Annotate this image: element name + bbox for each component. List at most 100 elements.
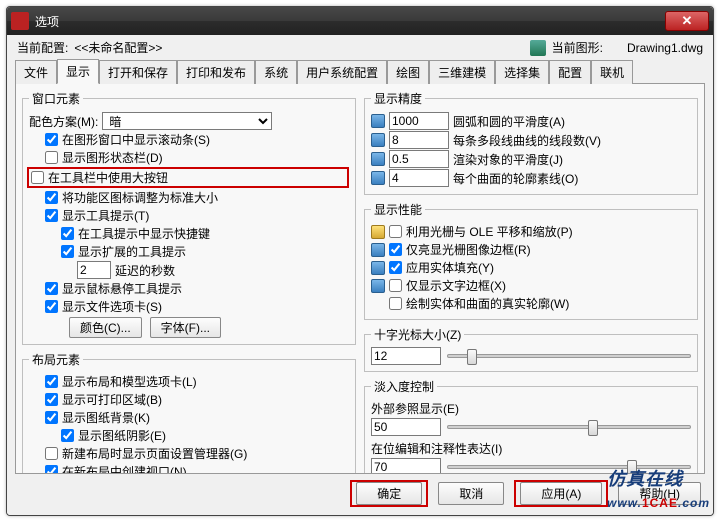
display-performance-legend: 显示性能 [371, 201, 425, 218]
wm-a: www. [607, 496, 642, 510]
tab-user-prefs[interactable]: 用户系统配置 [297, 60, 387, 84]
perf-icon-4 [371, 279, 385, 293]
tab-selection[interactable]: 选择集 [495, 60, 549, 84]
display-resolution-group: 显示精度 圆弧和圆的平滑度(A) 每条多段线曲线的线段数(V) 渲染对象的平滑度… [364, 90, 698, 195]
display-panel: 窗口元素 配色方案(M): 暗 在图形窗口中显示滚动条(S) 显示图形状态栏(D… [15, 83, 705, 474]
delay-input[interactable] [77, 261, 111, 279]
segs-input[interactable] [389, 131, 449, 149]
dwg-icon-1 [371, 114, 385, 128]
cb-silhouettes[interactable] [389, 297, 402, 310]
cb-layout-tabs[interactable] [45, 375, 58, 388]
wm-c: .com [678, 496, 710, 510]
segs-label: 每条多段线曲线的线段数(V) [453, 132, 601, 149]
tab-open-save[interactable]: 打开和保存 [99, 60, 177, 84]
cb-layout-tabs-label: 显示布局和模型选项卡(L) [62, 373, 197, 390]
cb-create-viewport[interactable] [45, 465, 58, 474]
perf-icon-2 [371, 243, 385, 257]
cb-rollover-label: 显示鼠标悬停工具提示 [62, 280, 182, 297]
tab-system[interactable]: 系统 [255, 60, 297, 84]
xref-input[interactable] [371, 418, 441, 436]
cb-tooltips[interactable] [45, 209, 58, 222]
tab-online[interactable]: 联机 [591, 60, 633, 84]
render-input[interactable] [389, 150, 449, 168]
display-resolution-legend: 显示精度 [371, 90, 425, 107]
crosshair-input[interactable] [371, 347, 441, 365]
layout-elements-group: 布局元素 显示布局和模型选项卡(L) 显示可打印区域(B) 显示图纸背景(K) … [22, 351, 356, 474]
cb-page-setup-mgr[interactable] [45, 447, 58, 460]
close-button[interactable]: ✕ [665, 11, 709, 31]
tabs: 文件 显示 打开和保存 打印和发布 系统 用户系统配置 绘图 三维建模 选择集 … [7, 58, 713, 83]
dwg-icon-2 [371, 133, 385, 147]
cb-shortcuts-label: 在工具提示中显示快捷键 [78, 225, 210, 242]
cb-print-area[interactable] [45, 393, 58, 406]
fade-legend: 淡入度控制 [371, 378, 437, 395]
cb-ribbon-resize[interactable] [45, 191, 58, 204]
annot-input[interactable] [371, 458, 441, 474]
cb-print-area-label: 显示可打印区域(B) [62, 391, 162, 408]
cb-file-tabs-label: 显示文件选项卡(S) [62, 298, 162, 315]
crosshair-group: 十字光标大小(Z) [364, 326, 698, 372]
window-elements-group: 窗口元素 配色方案(M): 暗 在图形窗口中显示滚动条(S) 显示图形状态栏(D… [22, 90, 356, 345]
cb-ext-tooltips-label: 显示扩展的工具提示 [78, 243, 186, 260]
cb-statusbar[interactable] [45, 151, 58, 164]
crosshair-legend: 十字光标大小(Z) [371, 326, 464, 343]
highlight-large-buttons: 在工具栏中使用大按钮 [27, 167, 349, 188]
right-column: 显示精度 圆弧和圆的平滑度(A) 每条多段线曲线的线段数(V) 渲染对象的平滑度… [364, 90, 698, 467]
fade-control-group: 淡入度控制 外部参照显示(E) 在位编辑和注释性表达(I) [364, 378, 698, 474]
tab-plot[interactable]: 打印和发布 [177, 60, 255, 84]
tab-display[interactable]: 显示 [57, 59, 99, 84]
cb-rollover[interactable] [45, 282, 58, 295]
cb-paper-bg[interactable] [45, 411, 58, 424]
tab-file[interactable]: 文件 [15, 60, 57, 84]
current-profile-label: 当前配置: [17, 39, 68, 56]
cb-ext-tooltips[interactable] [61, 245, 74, 258]
cb-paper-bg-label: 显示图纸背景(K) [62, 409, 150, 426]
slider-thumb-icon[interactable] [467, 349, 477, 365]
cb-statusbar-label: 显示图形状态栏(D) [62, 149, 163, 166]
cb-large-buttons[interactable] [31, 171, 44, 184]
current-profile-value: <<未命名配置>> [74, 39, 162, 56]
surf-label: 每个曲面的轮廓素线(O) [453, 170, 578, 187]
tab-profiles[interactable]: 配置 [549, 60, 591, 84]
drawing-icon [530, 40, 546, 56]
colors-button[interactable]: 颜色(C)... [69, 317, 142, 338]
surf-input[interactable] [389, 169, 449, 187]
cb-raster-frame[interactable] [389, 243, 402, 256]
apply-button[interactable]: 应用(A) [520, 482, 602, 505]
cb-text-frame[interactable] [389, 279, 402, 292]
delay-label: 延迟的秒数 [115, 262, 175, 279]
cb-paper-shadow[interactable] [61, 429, 74, 442]
annot-label: 在位编辑和注释性表达(I) [371, 440, 502, 457]
cb-raster-frame-label: 仅亮显光栅图像边框(R) [406, 241, 531, 258]
highlight-apply: 应用(A) [514, 480, 608, 507]
xref-slider[interactable] [447, 425, 691, 429]
cb-scrollbars[interactable] [45, 133, 58, 146]
dialog-title: 选项 [35, 13, 350, 30]
cb-solid-fill[interactable] [389, 261, 402, 274]
titlebar: 选项 ✕ [7, 7, 713, 35]
cb-create-viewport-label: 在新布局中创建视口(N) [62, 463, 187, 474]
window-elements-legend: 窗口元素 [29, 90, 83, 107]
cb-solid-fill-label: 应用实体填充(Y) [406, 259, 494, 276]
cb-raster-ole[interactable] [389, 225, 402, 238]
left-column: 窗口元素 配色方案(M): 暗 在图形窗口中显示滚动条(S) 显示图形状态栏(D… [22, 90, 356, 467]
dwg-icon-4 [371, 171, 385, 185]
cb-shortcuts[interactable] [61, 227, 74, 240]
cb-file-tabs[interactable] [45, 300, 58, 313]
ok-button[interactable]: 确定 [356, 482, 422, 505]
arc-smooth-label: 圆弧和圆的平滑度(A) [453, 113, 565, 130]
cb-scrollbars-label: 在图形窗口中显示滚动条(S) [62, 131, 210, 148]
tab-drafting[interactable]: 绘图 [387, 60, 429, 84]
crosshair-slider[interactable] [447, 354, 691, 358]
color-scheme-select[interactable]: 暗 [102, 112, 272, 130]
watermark-tail: 在线 [645, 469, 683, 489]
slider-thumb-icon[interactable] [588, 420, 598, 436]
fonts-button[interactable]: 字体(F)... [150, 317, 221, 338]
cb-raster-ole-label: 利用光栅与 OLE 平移和缩放(P) [406, 223, 573, 240]
tab-3d[interactable]: 三维建模 [429, 60, 495, 84]
cb-paper-shadow-label: 显示图纸阴影(E) [78, 427, 166, 444]
arc-smooth-input[interactable] [389, 112, 449, 130]
layout-elements-legend: 布局元素 [29, 351, 83, 368]
cancel-button[interactable]: 取消 [438, 482, 504, 505]
dwg-icon-3 [371, 152, 385, 166]
